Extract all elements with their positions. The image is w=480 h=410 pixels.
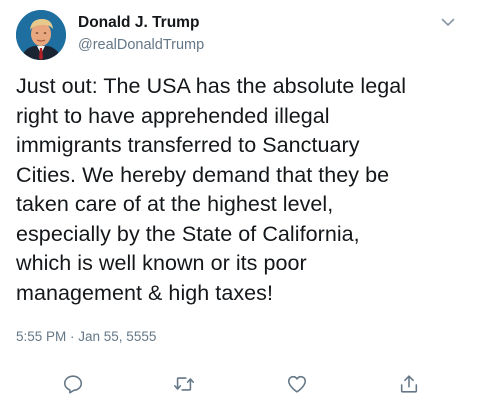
share-icon xyxy=(400,375,418,393)
retweet-button[interactable] xyxy=(172,372,196,396)
tweet-card: Donald J. Trump @realDonaldTrump Just ou… xyxy=(0,0,480,410)
tweet-timestamp[interactable]: 5:55 PM · Jan 55, 5555 xyxy=(16,329,156,344)
reply-icon xyxy=(63,375,83,394)
profile-photo-icon xyxy=(16,10,66,60)
tweet-menu-button[interactable] xyxy=(436,12,460,32)
username[interactable]: @realDonaldTrump xyxy=(78,37,204,53)
avatar[interactable] xyxy=(16,10,66,60)
reply-button[interactable] xyxy=(61,372,85,396)
chevron-down-icon xyxy=(441,18,455,26)
tweet-text: Just out: The USA has the absolute legal… xyxy=(16,74,407,305)
like-button[interactable] xyxy=(285,372,309,396)
share-button[interactable] xyxy=(397,372,421,396)
heart-icon xyxy=(287,375,307,393)
retweet-icon xyxy=(174,377,194,391)
display-name[interactable]: Donald J. Trump xyxy=(78,14,199,32)
